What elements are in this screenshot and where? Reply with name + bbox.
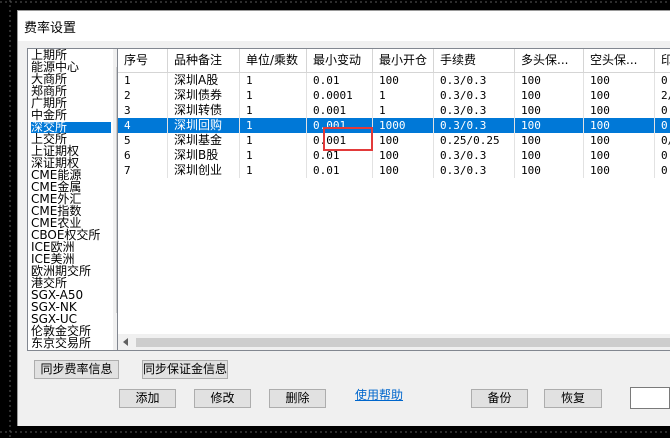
table-cell: 7 — [118, 163, 168, 178]
table-cell: 深圳转债 — [168, 103, 240, 118]
table-cell: 0.01 — [307, 73, 373, 88]
sync-rates-button[interactable]: 同步费率信息 — [34, 360, 119, 379]
column-header[interactable]: 单位/乘数 — [240, 49, 307, 72]
table-cell: 100 — [373, 163, 434, 178]
table-cell: 0.3/0.3 — [434, 118, 515, 133]
table-cell: 5 — [118, 133, 168, 148]
add-button[interactable]: 添加 — [119, 389, 176, 408]
table-cell: 100 — [515, 163, 584, 178]
table-cell: 1 — [373, 88, 434, 103]
rate-table: 序号品种备注单位/乘数最小变动最小开仓手续费多头保...空头保...印 1深圳A… — [117, 48, 670, 351]
table-cell: 深圳回购 — [168, 118, 240, 133]
table-cell: 100 — [584, 73, 655, 88]
table-row[interactable]: 1深圳A股10.011000.3/0.31001000. — [118, 73, 670, 88]
restore-button[interactable]: 恢复 — [544, 389, 602, 408]
table-row[interactable]: 4深圳回购10.00110000.3/0.31001000. — [118, 118, 670, 133]
table-cell: 深圳基金 — [168, 133, 240, 148]
table-cell: 0. — [655, 118, 670, 133]
column-header[interactable]: 最小变动 — [307, 49, 373, 72]
table-cell: 100 — [584, 103, 655, 118]
table-cell: 0. — [655, 148, 670, 163]
table-cell: 2 — [118, 88, 168, 103]
column-header[interactable]: 品种备注 — [168, 49, 240, 72]
exchange-item[interactable]: 东京交易所 — [31, 337, 111, 349]
highlight-box — [323, 127, 373, 151]
table-cell: 1 — [240, 103, 307, 118]
table-row[interactable]: 2深圳债券10.000110.3/0.31001002/ — [118, 88, 670, 103]
table-row[interactable]: 6深圳B股10.011000.3/0.31001000. — [118, 148, 670, 163]
table-cell: 1000 — [373, 118, 434, 133]
table-cell: 3 — [118, 103, 168, 118]
table-cell: 100 — [584, 88, 655, 103]
column-header[interactable]: 印 — [655, 49, 670, 72]
text-input[interactable] — [630, 387, 670, 409]
table-cell: 0.0001 — [307, 88, 373, 103]
table-cell: 0.3/0.3 — [434, 103, 515, 118]
column-header[interactable]: 最小开仓 — [373, 49, 434, 72]
table-cell: 4 — [118, 118, 168, 133]
table-row[interactable]: 5深圳基金10.0011000.25/0.251001000/ — [118, 133, 670, 148]
table-cell: 1 — [240, 88, 307, 103]
table-cell: 0.3/0.3 — [434, 148, 515, 163]
exchange-list[interactable]: 上期所 能源中心 大商所 郑商所 广期所 中金所 深交所 上交所 上证期权 深证期权 CME能源 CM… — [27, 48, 130, 351]
table-cell: 深圳创业 — [168, 163, 240, 178]
table-cell: 100 — [584, 148, 655, 163]
table-cell: 100 — [515, 148, 584, 163]
table-cell: 0. — [655, 73, 670, 88]
table-cell: 100 — [515, 73, 584, 88]
table-cell: 100 — [515, 88, 584, 103]
table-cell: 深圳债券 — [168, 88, 240, 103]
table-row[interactable]: 3深圳转债10.00110.3/0.31001000. — [118, 103, 670, 118]
table-cell: 100 — [373, 133, 434, 148]
table-cell: 6 — [118, 148, 168, 163]
table-cell: 0/ — [655, 133, 670, 148]
title-bar: 费率设置 — [18, 11, 670, 41]
table-cell: 100 — [515, 133, 584, 148]
table-cell: 0.25/0.25 — [434, 133, 515, 148]
table-cell: 2/ — [655, 88, 670, 103]
table-cell: 1 — [373, 103, 434, 118]
scroll-left-icon[interactable] — [123, 338, 128, 346]
column-header[interactable]: 多头保... — [515, 49, 584, 72]
table-cell: 1 — [118, 73, 168, 88]
table-cell: 100 — [515, 103, 584, 118]
table-horizontal-scrollbar[interactable] — [118, 334, 670, 350]
table-cell: 0. — [655, 103, 670, 118]
sync-margin-button[interactable]: 同步保证金信息 — [142, 360, 228, 379]
column-header[interactable]: 序号 — [118, 49, 168, 72]
table-cell: 1 — [240, 73, 307, 88]
dialog-title: 费率设置 — [24, 21, 77, 36]
table-cell: 100 — [515, 118, 584, 133]
table-cell: 0.3/0.3 — [434, 88, 515, 103]
backup-button[interactable]: 备份 — [471, 389, 528, 408]
table-cell: 1 — [240, 118, 307, 133]
edit-button[interactable]: 修改 — [194, 389, 251, 408]
table-cell: 100 — [584, 163, 655, 178]
table-cell: 0. — [655, 163, 670, 178]
table-cell: 1 — [240, 163, 307, 178]
table-cell: 0.001 — [307, 103, 373, 118]
table-row[interactable]: 7深圳创业10.011000.3/0.31001000. — [118, 163, 670, 178]
rate-settings-dialog: 费率设置 上期所 能源中心 大商所 郑商所 广期所 中金所 深交所 上交所 上证期权 深证期权 CM… — [17, 10, 670, 426]
table-cell: 深圳A股 — [168, 73, 240, 88]
table-header: 序号品种备注单位/乘数最小变动最小开仓手续费多头保...空头保...印 — [118, 49, 670, 73]
table-cell: 100 — [373, 148, 434, 163]
column-header[interactable]: 空头保... — [584, 49, 655, 72]
column-header[interactable]: 手续费 — [434, 49, 515, 72]
table-cell: 深圳B股 — [168, 148, 240, 163]
table-cell: 100 — [373, 73, 434, 88]
table-cell: 1 — [240, 148, 307, 163]
table-cell: 100 — [584, 133, 655, 148]
table-cell: 0.3/0.3 — [434, 73, 515, 88]
table-cell: 1 — [240, 133, 307, 148]
table-cell: 0.3/0.3 — [434, 163, 515, 178]
table-cell: 100 — [584, 118, 655, 133]
delete-button[interactable]: 删除 — [269, 389, 326, 408]
table-cell: 0.01 — [307, 163, 373, 178]
scroll-thumb[interactable] — [136, 338, 670, 347]
help-link[interactable]: 使用帮助 — [355, 386, 403, 403]
